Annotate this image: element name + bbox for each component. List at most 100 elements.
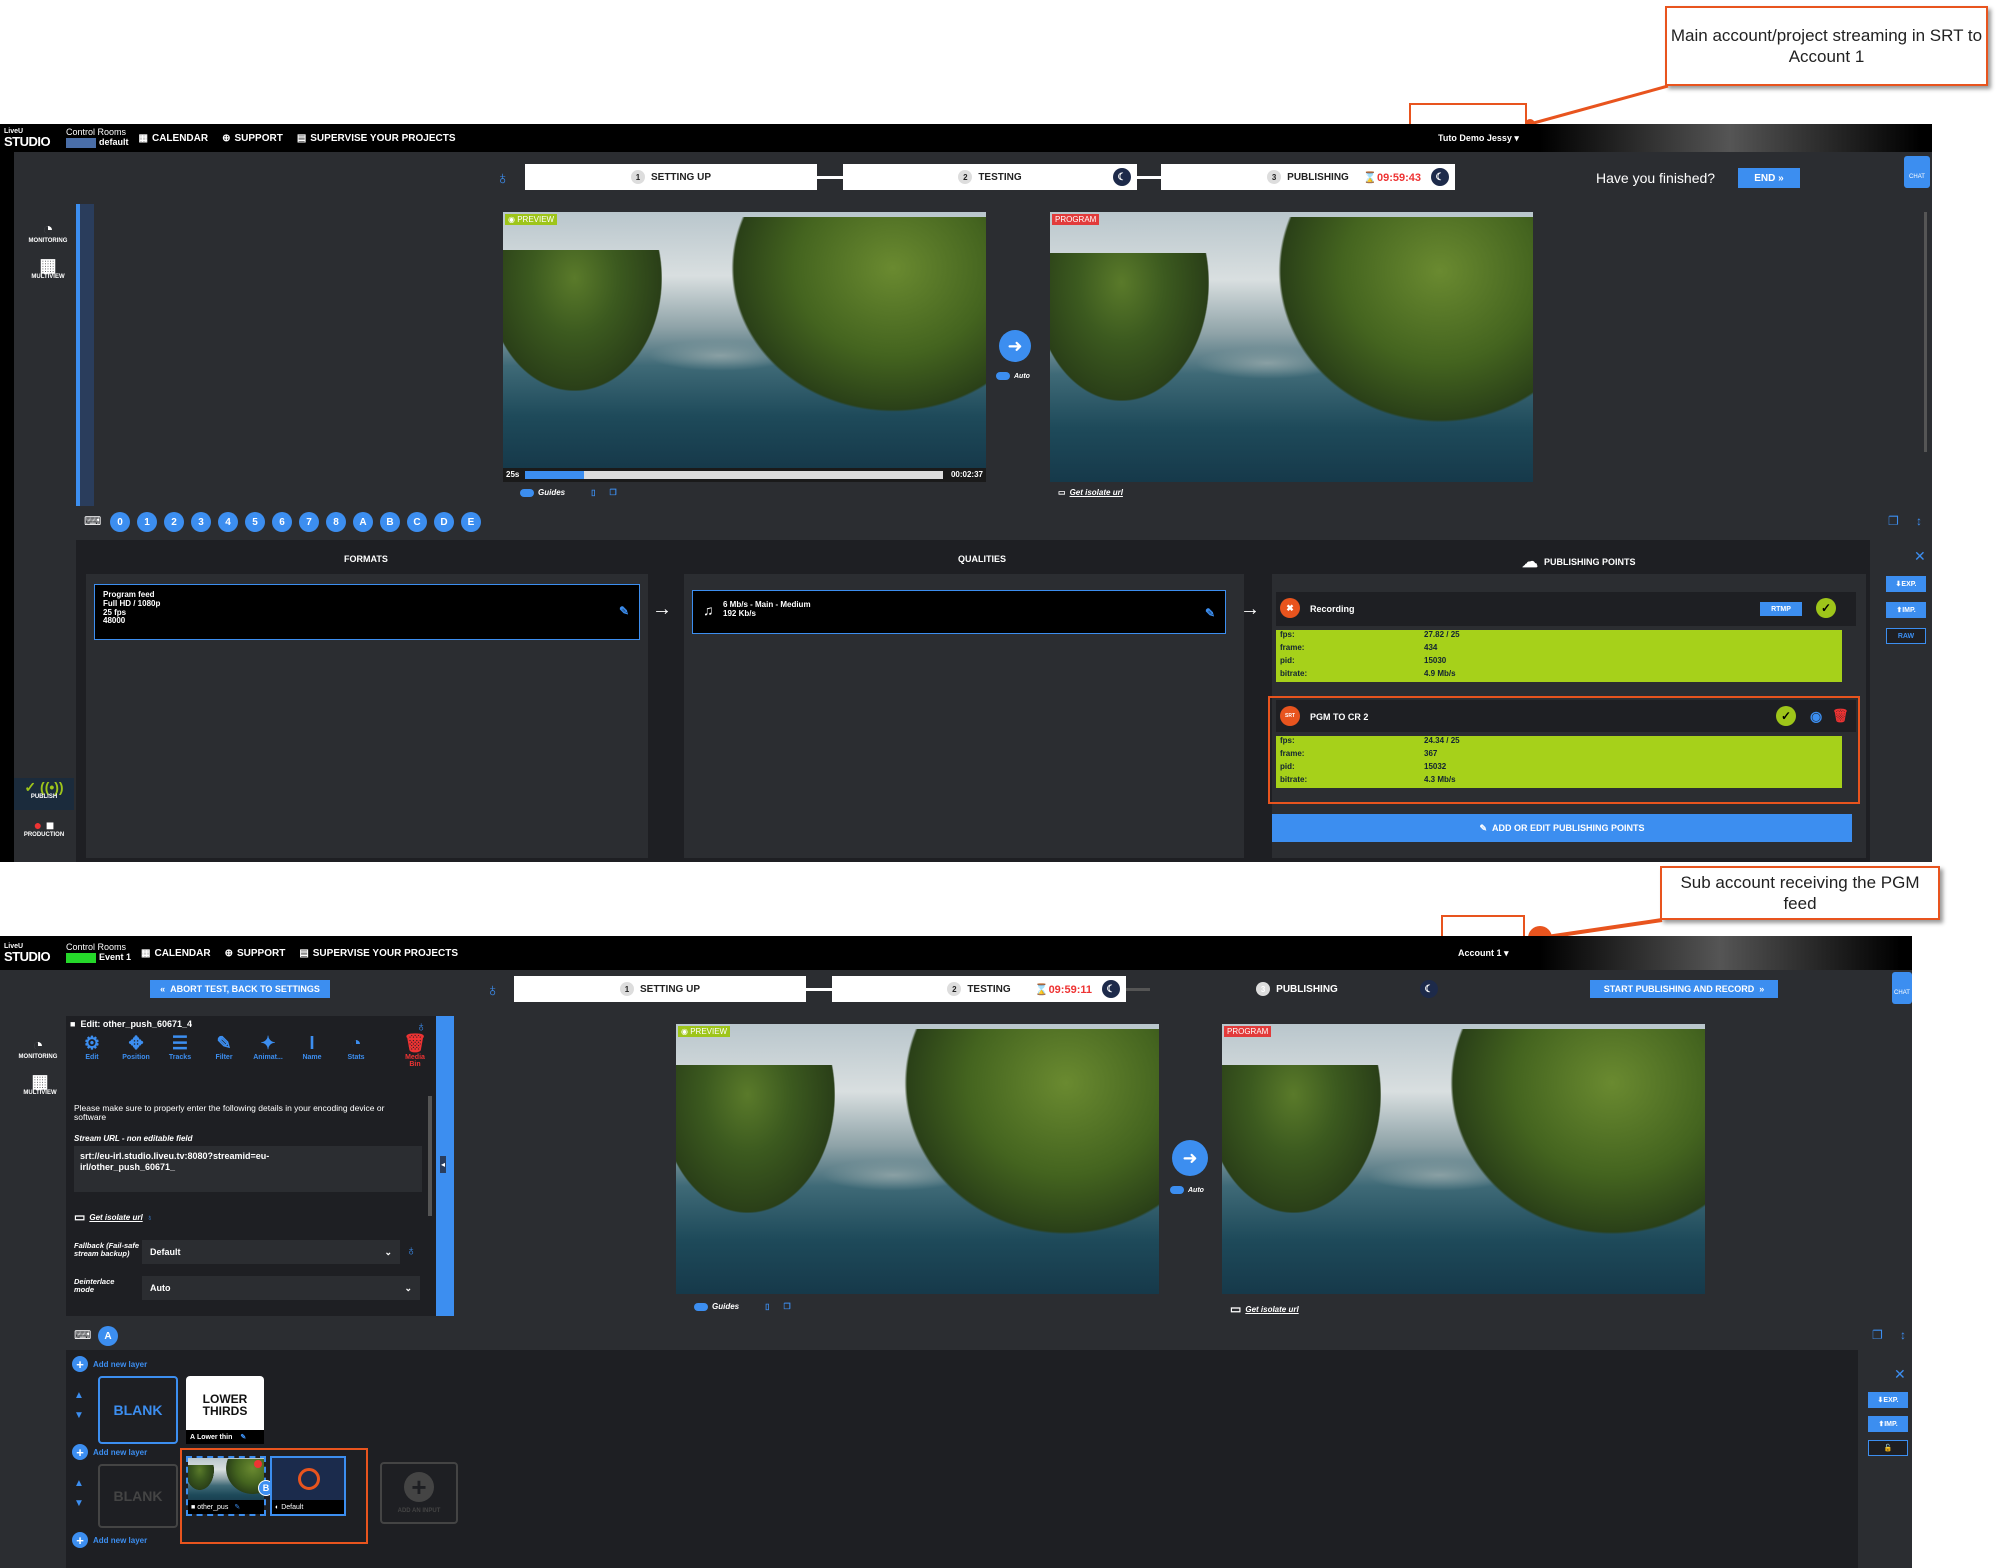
deinterlace-select[interactable]: Auto ⌄: [142, 1276, 420, 1300]
trash-icon[interactable]: 🗑: [1832, 708, 1849, 724]
import-button[interactable]: ⬆ IMP.: [1868, 1416, 1908, 1432]
source-button-4[interactable]: 4: [218, 512, 238, 532]
edit-pencil-icon[interactable]: ✎: [234, 1503, 240, 1511]
panel-collapse-handle[interactable]: ◂: [436, 1016, 454, 1316]
blank-layer-tile[interactable]: BLANK: [98, 1376, 178, 1444]
get-isolate-url-program[interactable]: ▭ Get isolate url: [1230, 1302, 1299, 1316]
chat-button[interactable]: CHAT: [1904, 156, 1930, 188]
end-button[interactable]: END »: [1738, 168, 1800, 188]
resize-icon[interactable]: ↕: [1900, 1328, 1906, 1342]
get-isolate-url[interactable]: ▭ Get isolate url ♁: [74, 1210, 153, 1224]
media-bin-button[interactable]: 🗑 Media Bin: [400, 1033, 430, 1069]
timeline-track[interactable]: [525, 471, 943, 479]
account-menu[interactable]: Tuto Demo Jessy ▾: [1438, 133, 1519, 144]
edit-pencil-icon[interactable]: ✎: [619, 604, 629, 618]
add-layer-button[interactable]: + Add new layer: [72, 1532, 147, 1548]
multiview-button[interactable]: ▦ MULTIVIEW: [22, 256, 74, 280]
lower-thirds-tile[interactable]: LOWER THIRDS A Lower thin ✎: [186, 1376, 264, 1444]
source-button-e[interactable]: E: [461, 512, 481, 532]
calendar-link[interactable]: ▦ CALENDAR: [139, 133, 209, 144]
transition-arrow-button[interactable]: ➜: [1172, 1140, 1208, 1176]
source-button-0[interactable]: 0: [110, 512, 130, 532]
support-link[interactable]: ⊕ SUPPORT: [225, 948, 286, 959]
layer-down-arrow[interactable]: ▼: [74, 1498, 84, 1509]
step-testing[interactable]: 2 TESTING ☾: [843, 164, 1137, 190]
source-button-7[interactable]: 7: [299, 512, 319, 532]
chat-button[interactable]: CHAT: [1892, 972, 1912, 1004]
liveu-studio-logo[interactable]: LiveU STUDIO: [0, 124, 56, 152]
tool-position[interactable]: ✥ Position: [116, 1033, 156, 1061]
production-button[interactable]: ● ■ PRODUCTION: [14, 818, 74, 838]
guides-toggle[interactable]: Guides ▯ ❐: [694, 1302, 791, 1311]
copy-icon[interactable]: ❐: [1888, 514, 1899, 528]
edit-pencil-icon[interactable]: ✎: [240, 1434, 246, 1441]
source-button-b[interactable]: B: [380, 512, 400, 532]
start-publishing-button[interactable]: START PUBLISHING AND RECORD »: [1590, 980, 1778, 998]
publish-button[interactable]: ✓ ((•)) PUBLISH: [14, 778, 74, 810]
eye-icon[interactable]: ◉: [1810, 708, 1822, 725]
tool-edit[interactable]: ⚙ Edit: [72, 1033, 112, 1061]
idea-icon[interactable]: ♁: [496, 168, 510, 189]
export-button[interactable]: ⬇ EXP.: [1886, 576, 1926, 592]
layer-up-arrow[interactable]: ▲: [74, 1478, 84, 1489]
monitoring-button[interactable]: ◔ MONITORING: [12, 1036, 64, 1060]
source-button-8[interactable]: 8: [326, 512, 346, 532]
source-button-c[interactable]: C: [407, 512, 427, 532]
edit-pencil-icon[interactable]: ✎: [1205, 606, 1215, 620]
source-button-2[interactable]: 2: [164, 512, 184, 532]
idea-icon[interactable]: ♁: [486, 980, 500, 1001]
add-layer-button[interactable]: + Add new layer: [72, 1356, 147, 1372]
liveu-studio-logo[interactable]: LiveU STUDIO: [0, 939, 56, 967]
fallback-select[interactable]: Default ⌄: [142, 1240, 400, 1264]
layers-icon[interactable]: ❐: [784, 1302, 791, 1311]
source-button-5[interactable]: 5: [245, 512, 265, 532]
layer-up-arrow[interactable]: ▲: [74, 1390, 84, 1401]
tool-animat[interactable]: ✦ Animat...: [248, 1033, 288, 1061]
step-publishing[interactable]: 3 PUBLISHING ⌛09:59:43 ☾: [1161, 164, 1455, 190]
calendar-link[interactable]: ▦ CALENDAR: [141, 948, 211, 959]
tool-filter[interactable]: ✎ Filter: [204, 1033, 244, 1061]
preview-timeline[interactable]: 25s 00:02:37: [503, 468, 986, 482]
resize-icon[interactable]: ↕: [1916, 514, 1922, 528]
right-scroll[interactable]: [1924, 212, 1927, 452]
format-program-feed[interactable]: Program feed Full HD / 1080p 25 fps 4800…: [94, 584, 640, 640]
raw-button[interactable]: RAW: [1886, 628, 1926, 644]
blank-layer-tile-dim[interactable]: BLANK: [98, 1464, 178, 1528]
tool-name[interactable]: I Name: [292, 1033, 332, 1061]
publishing-point-pgm[interactable]: SRT PGM TO CR 2 ✓ ◉ 🗑: [1276, 700, 1856, 732]
preview-video[interactable]: ◉ PREVIEW: [503, 212, 986, 468]
get-isolate-url[interactable]: ▭ Get isolate url: [1058, 488, 1123, 497]
multiview-button[interactable]: ▦ MULTIVIEW: [14, 1072, 66, 1096]
add-input-button[interactable]: + ADD AN INPUT: [380, 1462, 458, 1524]
default-graphic-tile[interactable]: ◐ Default: [270, 1456, 346, 1516]
step-setting-up[interactable]: 1 SETTING UP: [514, 976, 806, 1002]
keyboard-icon[interactable]: ⌨: [84, 514, 101, 528]
preview-video[interactable]: ◉ PREVIEW: [676, 1024, 1159, 1294]
support-link[interactable]: ⊕ SUPPORT: [222, 133, 283, 144]
other-push-input-tile[interactable]: ■ other_pus ✎: [186, 1456, 266, 1516]
account-menu[interactable]: Account 1 ▾: [1458, 948, 1509, 959]
layer-down-arrow[interactable]: ▼: [74, 1410, 84, 1421]
source-button-a[interactable]: A: [98, 1326, 118, 1346]
mobile-icon[interactable]: ▯: [765, 1302, 769, 1311]
quality-item[interactable]: ♫ 6 Mb/s - Main - Medium 192 Kb/s ✎: [692, 590, 1226, 634]
step-publishing[interactable]: 3 PUBLISHING ☾: [1150, 976, 1444, 1002]
export-button[interactable]: ⬇ EXP.: [1868, 1392, 1908, 1408]
step-testing[interactable]: 2 TESTING ⌛09:59:11 ☾: [832, 976, 1126, 1002]
edit-panel-scrollbar[interactable]: [428, 1096, 432, 1216]
close-icon[interactable]: ✕: [1894, 1366, 1906, 1383]
guides-toggle[interactable]: Guides ▯ ❐: [520, 488, 617, 497]
help-bulb-icon[interactable]: ♁: [416, 1018, 427, 1034]
source-button-d[interactable]: D: [434, 512, 454, 532]
help-bulb-icon[interactable]: ♁: [147, 1213, 153, 1222]
monitoring-button[interactable]: ◔ MONITORING: [22, 220, 74, 244]
control-rooms-selector[interactable]: Control Rooms default: [56, 127, 139, 148]
tool-stats[interactable]: ◔ Stats: [336, 1033, 376, 1061]
lock-button[interactable]: 🔓: [1868, 1440, 1908, 1456]
add-edit-publishing-points-button[interactable]: ✎ ADD OR EDIT PUBLISHING POINTS: [1272, 814, 1852, 842]
tool-tracks[interactable]: ☰ Tracks: [160, 1033, 200, 1061]
control-rooms-selector[interactable]: Control Rooms Event 1: [56, 942, 141, 963]
layers-icon[interactable]: ❐: [610, 488, 617, 497]
abort-test-button[interactable]: « ABORT TEST, BACK TO SETTINGS: [150, 980, 330, 998]
source-button-3[interactable]: 3: [191, 512, 211, 532]
